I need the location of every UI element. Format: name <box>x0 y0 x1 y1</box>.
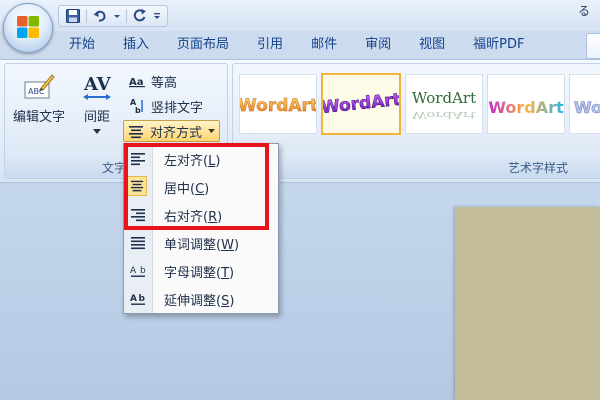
window-title-fragment: る <box>578 4 591 18</box>
wordart-style-2[interactable]: WordArt <box>320 73 402 135</box>
menu-item-hotkey: W <box>221 237 234 253</box>
justify-icon <box>130 235 146 251</box>
svg-text:WordArt: WordArt <box>488 98 564 117</box>
wordart-styles-group-label: 艺术字样式 <box>233 158 600 178</box>
vertical-text-icon: Ab <box>130 98 143 114</box>
equal-height-label: 等高 <box>151 75 178 91</box>
undo-dropdown-icon[interactable] <box>113 8 121 24</box>
menu-item-letter-justify[interactable]: Ab 字母调整(T) <box>124 258 278 284</box>
wordart-styles-group: WordArt WordArt WordArt WordArt WordArt <box>232 63 600 179</box>
svg-text:A: A <box>130 266 137 276</box>
save-icon[interactable] <box>65 8 81 24</box>
svg-text:Ab: Ab <box>130 294 146 304</box>
title-bar: る <box>0 0 600 31</box>
align-right-icon <box>130 207 146 223</box>
alignment-label: 对齐方式 <box>150 125 203 141</box>
alignment-button[interactable]: 对齐方式 <box>123 120 221 142</box>
office-button[interactable] <box>3 3 53 53</box>
character-spacing-icon: AV <box>83 74 112 100</box>
wordart-preview: WordArt <box>238 96 318 116</box>
menu-item-label: 延伸调整 <box>164 293 217 309</box>
toolbar-separator <box>86 9 87 23</box>
ribbon: ABC 编辑文字 AV 间距 Aa 等高 A b 竖排文字 对齐方式 文字 Wo… <box>0 59 600 183</box>
menu-item-hotkey: T <box>221 265 230 281</box>
spacing-label: 间距 <box>83 110 110 125</box>
wordart-style-1[interactable]: WordArt <box>238 74 318 134</box>
tab-home[interactable]: 开始 <box>55 31 109 59</box>
menu-item-align-right[interactable]: 右对齐(R) <box>124 202 278 228</box>
checked-indicator <box>127 176 147 196</box>
svg-text:WordArt: WordArt <box>412 89 476 107</box>
menu-item-align-left[interactable]: 左对齐(L) <box>124 146 278 172</box>
menu-item-hotkey: S <box>221 293 230 309</box>
svg-text:AV: AV <box>83 74 112 95</box>
menu-item-label: 右对齐 <box>164 209 204 225</box>
tab-wordart-format[interactable] <box>586 33 600 59</box>
tab-page-layout[interactable]: 页面布局 <box>163 31 243 59</box>
menu-item-stretch-justify[interactable]: Ab 延伸调整(S) <box>124 286 278 312</box>
wordart-preview: WordArt <box>574 98 600 118</box>
align-center-icon <box>130 180 144 192</box>
quick-access-toolbar <box>58 5 168 27</box>
menu-item-label: 居中 <box>164 181 191 197</box>
edit-text-label: 编辑文字 <box>12 110 65 125</box>
tab-view[interactable]: 视图 <box>405 31 459 59</box>
vertical-text-button[interactable]: Ab 竖排文字 <box>129 96 203 116</box>
wordart-style-5[interactable]: WordArt <box>569 74 600 134</box>
word-window: る 开始 插入 页面布局 引用 邮件 审阅 视图 福昕PDF ABC 编辑文字 … <box>0 0 600 400</box>
wordart-preview: WordArt <box>320 90 402 119</box>
svg-text:b: b <box>140 266 146 276</box>
toolbar-separator <box>126 9 127 23</box>
menu-item-hotkey: C <box>195 181 205 197</box>
wordart-preview: WordArt WordArt <box>412 89 476 120</box>
menu-item-hotkey: R <box>208 209 218 225</box>
chevron-down-icon <box>93 129 101 134</box>
undo-icon[interactable] <box>92 8 108 24</box>
wordart-style-3[interactable]: WordArt WordArt <box>405 74 483 134</box>
tab-foxit-pdf[interactable]: 福昕PDF <box>459 31 538 59</box>
tab-mailings[interactable]: 邮件 <box>297 31 351 59</box>
tab-insert[interactable]: 插入 <box>109 31 163 59</box>
menu-item-center[interactable]: 居中(C) <box>124 174 278 200</box>
equal-height-button[interactable]: Aa 等高 <box>129 71 177 91</box>
office-logo-icon <box>17 16 39 38</box>
document-page[interactable] <box>455 207 600 400</box>
wordart-preview: WordArt <box>488 98 564 117</box>
svg-text:WordArt: WordArt <box>240 96 316 116</box>
align-left-icon <box>130 151 146 167</box>
customize-toolbar-icon[interactable] <box>153 8 161 24</box>
redo-icon[interactable] <box>132 8 148 24</box>
svg-text:WordArt: WordArt <box>574 98 600 117</box>
menu-item-word-justify[interactable]: 单词调整(W) <box>124 230 278 256</box>
svg-text:WordArt: WordArt <box>412 110 476 120</box>
letter-justify-icon: Ab <box>130 263 146 279</box>
ribbon-tabs: 开始 插入 页面布局 引用 邮件 审阅 视图 福昕PDF <box>55 31 538 59</box>
alignment-menu: 左对齐(L) 居中(C) 右对齐(R) 单词调整(W) Ab 字母调整(T) A… <box>123 143 279 314</box>
stretch-justify-icon: Ab <box>130 291 146 307</box>
edit-text-icon: ABC <box>24 74 55 99</box>
edit-text-button[interactable]: ABC 编辑文字 <box>7 72 71 134</box>
menu-item-label: 单词调整 <box>164 237 217 253</box>
menu-item-label: 左对齐 <box>164 153 204 169</box>
tab-review[interactable]: 审阅 <box>351 31 405 59</box>
spacing-button[interactable]: AV 间距 <box>75 72 119 152</box>
tab-references[interactable]: 引用 <box>243 31 297 59</box>
svg-text:WordArt: WordArt <box>323 90 399 118</box>
svg-text:b: b <box>135 106 141 114</box>
menu-item-hotkey: L <box>208 153 216 169</box>
wordart-style-4[interactable]: WordArt <box>487 74 565 134</box>
vertical-text-label: 竖排文字 <box>151 100 204 116</box>
menu-item-label: 字母调整 <box>164 265 217 281</box>
align-center-icon <box>129 126 143 139</box>
equal-height-icon: Aa <box>129 77 145 88</box>
chevron-down-icon <box>208 128 215 133</box>
